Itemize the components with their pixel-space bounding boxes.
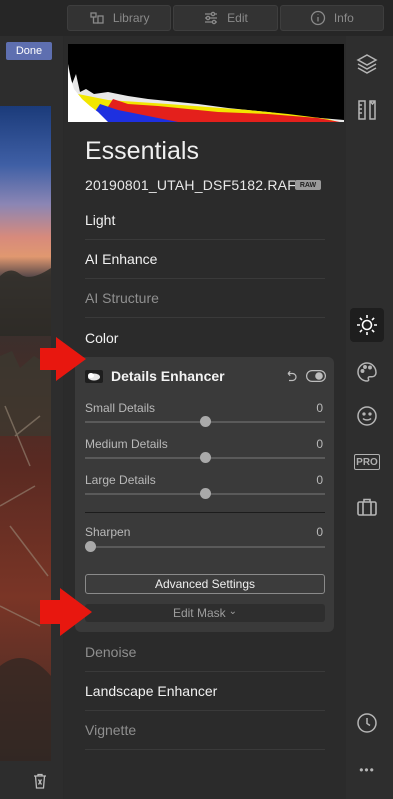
slider-label-sharpen: Sharpen <box>85 525 131 539</box>
info-icon <box>310 10 325 26</box>
slider-thumb-large-details[interactable] <box>199 488 211 499</box>
section-light[interactable]: Light <box>85 201 325 240</box>
edit-mask-label: Edit Mask <box>172 606 226 620</box>
pro-icon[interactable]: PRO <box>353 448 381 476</box>
tab-info[interactable]: Info <box>279 5 384 31</box>
section-landscape-enhancer[interactable]: Landscape Enhancer <box>85 672 325 711</box>
section-denoise[interactable]: Denoise <box>85 633 325 672</box>
chevron-down-icon: ⌄ <box>228 606 238 617</box>
face-icon[interactable] <box>353 402 381 430</box>
ruler-icon[interactable] <box>353 96 381 124</box>
tab-info-label: Info <box>333 11 354 25</box>
top-bar: Library Edit Info <box>0 0 393 36</box>
histogram <box>68 44 344 122</box>
slider-value-small-details: 0 <box>316 401 323 415</box>
sliders-divider <box>85 512 325 513</box>
slider-label-medium-details: Medium Details <box>85 437 168 451</box>
slider-value-medium-details: 0 <box>316 437 323 451</box>
file-name: 20190801_UTAH_DSF5182.RAF <box>85 177 296 193</box>
trash-icon[interactable] <box>33 773 47 789</box>
layers-icon[interactable] <box>353 50 381 78</box>
tab-edit[interactable]: Edit <box>173 5 278 31</box>
library-icon <box>90 12 104 24</box>
sliders-icon <box>205 11 218 25</box>
top-tabs: Library Edit Info <box>67 5 384 31</box>
palette-icon[interactable] <box>353 358 381 386</box>
reset-icon[interactable] <box>285 369 297 383</box>
section-ai-structure[interactable]: AI Structure <box>85 279 325 318</box>
visibility-toggle-icon[interactable] <box>306 370 326 382</box>
slider-label-small-details: Small Details <box>85 401 156 415</box>
annotation-arrow-icon <box>40 588 92 636</box>
section-ai-enhance[interactable]: AI Enhance <box>85 240 325 279</box>
slider-value-sharpen: 0 <box>316 525 323 539</box>
raw-badge: RAW <box>295 180 321 190</box>
done-button[interactable]: Done <box>6 42 52 60</box>
pro-label: PRO <box>354 454 380 470</box>
edit-mask-button[interactable]: Edit Mask ⌄ <box>85 604 325 622</box>
slider-thumb-medium-details[interactable] <box>199 452 211 463</box>
tab-edit-label: Edit <box>227 11 248 25</box>
tab-library-label: Library <box>112 11 150 25</box>
sun-icon[interactable] <box>350 308 384 342</box>
section-vignette[interactable]: Vignette <box>85 711 325 750</box>
slider-thumb-small-details[interactable] <box>199 416 211 427</box>
details-enhancer-title[interactable]: Details Enhancer <box>111 368 225 384</box>
history-icon[interactable] <box>353 709 381 737</box>
details-thumbnail-icon <box>85 370 103 383</box>
slider-thumb-sharpen[interactable] <box>85 541 96 552</box>
photo-preview <box>0 106 51 761</box>
panel-title: Essentials <box>85 137 199 165</box>
section-color[interactable]: Color <box>85 318 325 357</box>
slider-value-large-details: 0 <box>316 473 323 487</box>
slider-label-large-details: Large Details <box>85 473 156 487</box>
slider-track-sharpen[interactable] <box>85 546 325 548</box>
advanced-settings-button[interactable]: Advanced Settings <box>85 574 325 594</box>
annotation-arrow-icon <box>40 337 86 381</box>
tab-library[interactable]: Library <box>67 5 172 31</box>
more-icon[interactable]: ••• <box>353 756 381 784</box>
briefcase-icon[interactable] <box>353 493 381 521</box>
